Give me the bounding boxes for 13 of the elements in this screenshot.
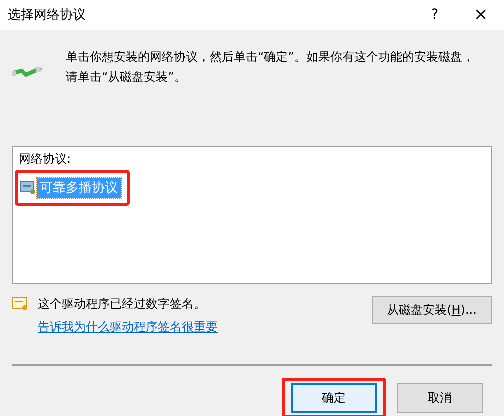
- signature-text: 这个驱动程序已经过数字签名。: [38, 296, 207, 313]
- protocol-icon: [20, 181, 36, 195]
- instruction-text: 单击你想安装的网络协议，然后单击“确定”。如果你有这个功能的安装磁盘，请单击“从磁盘安装”。: [66, 49, 476, 86]
- window-title: 选择网络协议: [8, 7, 87, 24]
- close-button[interactable]: ×: [458, 0, 504, 30]
- certificate-icon: [12, 296, 28, 312]
- dialog-button[interactable]: 取消: [397, 383, 483, 413]
- signature-info-link[interactable]: 告诉我为什么驱动程序签名很重要: [38, 319, 218, 336]
- network-cable-icon: [12, 66, 42, 80]
- list-header: 网络协议:: [19, 151, 72, 168]
- help-button[interactable]: ?: [412, 0, 458, 30]
- have-disk-button[interactable]: 从磁盘安装(H)...: [372, 296, 492, 324]
- dialog-button[interactable]: 确定: [291, 383, 377, 413]
